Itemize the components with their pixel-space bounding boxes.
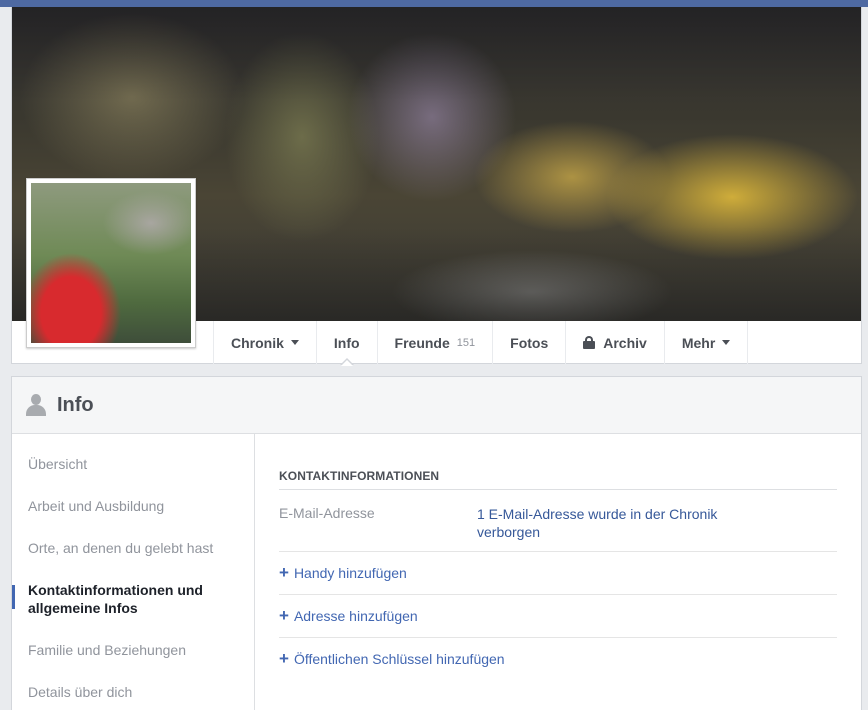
add-address-link[interactable]: + Adresse hinzufügen: [279, 606, 418, 625]
profile-picture[interactable]: [26, 178, 196, 348]
sidebar-item-kontakt[interactable]: Kontaktinformationen und allgemeine Info…: [28, 581, 238, 617]
section-title: KONTAKTINFORMATIONEN: [279, 469, 837, 490]
tab-freunde-label: Freunde: [394, 334, 450, 351]
tab-chronik[interactable]: Chronik: [213, 321, 316, 364]
add-phone-row: + Handy hinzufügen: [279, 552, 837, 595]
info-panel-header: Info: [12, 377, 861, 434]
profile-tabs: Chronik Info Freunde 151 Fotos Archiv Me…: [213, 321, 749, 366]
tab-mehr[interactable]: Mehr: [663, 321, 749, 364]
add-key-label: Öffentlichen Schlüssel hinzufügen: [293, 651, 505, 667]
info-sidebar: Übersicht Arbeit und Ausbildung Orte, an…: [12, 434, 255, 710]
lock-icon: [583, 336, 596, 349]
tab-mehr-label: Mehr: [681, 334, 716, 351]
plus-icon: +: [279, 606, 289, 625]
plus-icon: +: [279, 563, 289, 582]
tab-freunde[interactable]: Freunde 151: [376, 321, 493, 364]
add-key-link[interactable]: + Öffentlichen Schlüssel hinzufügen: [279, 649, 505, 668]
tab-info[interactable]: Info: [315, 321, 377, 366]
friends-count: 151: [456, 336, 476, 349]
chevron-down-icon: [290, 340, 299, 345]
add-address-label: Adresse hinzufügen: [293, 608, 418, 624]
sidebar-item-uebersicht[interactable]: Übersicht: [28, 455, 238, 473]
avatar: [31, 183, 191, 343]
tab-info-label: Info: [333, 334, 360, 351]
add-phone-label: Handy hinzufügen: [293, 565, 407, 581]
tab-archiv-label: Archiv: [603, 334, 647, 351]
add-key-row: + Öffentlichen Schlüssel hinzufügen: [279, 638, 837, 681]
page-title: Info: [57, 393, 94, 416]
plus-icon: +: [279, 649, 289, 668]
add-phone-link[interactable]: + Handy hinzufügen: [279, 563, 407, 582]
info-panel: Info Übersicht Arbeit und Ausbildung Ort…: [11, 376, 862, 710]
email-value[interactable]: 1 E-Mail-Adresse wurde in der Chronik ve…: [477, 505, 737, 541]
tab-fotos-label: Fotos: [510, 334, 549, 351]
chevron-down-icon: [722, 340, 731, 345]
email-row: E-Mail-Adresse 1 E-Mail-Adresse wurde in…: [279, 505, 837, 552]
top-bar: [0, 0, 868, 7]
tab-archiv[interactable]: Archiv: [565, 321, 664, 364]
tab-chronik-label: Chronik: [231, 334, 284, 351]
active-item-marker: [12, 585, 15, 609]
person-icon: [26, 394, 46, 416]
sidebar-item-familie[interactable]: Familie und Beziehungen: [28, 641, 238, 659]
sidebar-item-arbeit[interactable]: Arbeit und Ausbildung: [28, 497, 238, 515]
sidebar-item-details[interactable]: Details über dich: [28, 683, 238, 701]
add-address-row: + Adresse hinzufügen: [279, 595, 837, 638]
tab-fotos[interactable]: Fotos: [492, 321, 565, 364]
sidebar-item-orte[interactable]: Orte, an denen du gelebt hast: [28, 539, 238, 557]
email-label: E-Mail-Adresse: [279, 505, 375, 521]
